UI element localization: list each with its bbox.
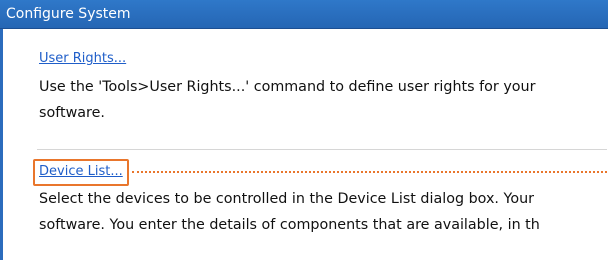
window-left-border bbox=[0, 29, 3, 260]
configure-system-window: Configure System User Rights... Use the … bbox=[0, 0, 608, 260]
user-rights-link[interactable]: User Rights... bbox=[39, 51, 126, 66]
user-rights-description-line1: Use the 'Tools>User Rights...' command t… bbox=[39, 79, 536, 95]
callout-leader-line bbox=[132, 171, 607, 173]
section-divider bbox=[37, 149, 607, 150]
window-content: User Rights... Use the 'Tools>User Right… bbox=[33, 29, 608, 260]
user-rights-description-line2: software. bbox=[39, 105, 105, 121]
window-title: Configure System bbox=[0, 0, 608, 29]
device-list-description-line2: software. You enter the details of compo… bbox=[39, 217, 540, 233]
device-list-description-line1: Select the devices to be controlled in t… bbox=[39, 191, 535, 207]
device-list-link[interactable]: Device List... bbox=[39, 164, 123, 179]
